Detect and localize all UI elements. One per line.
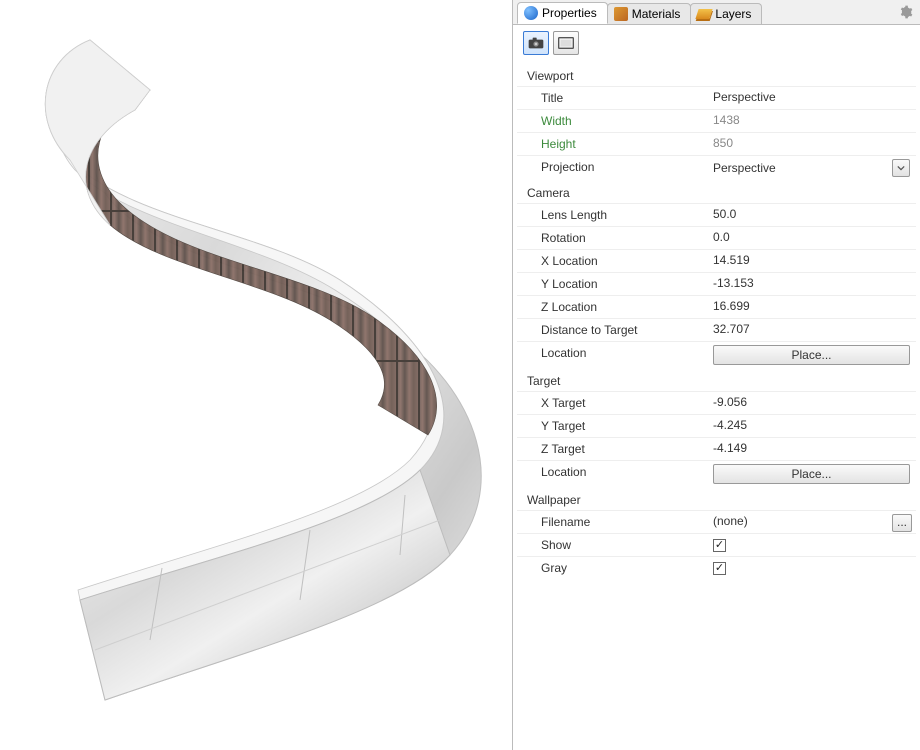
tab-label: Properties	[542, 6, 597, 20]
browse-button[interactable]: ...	[892, 514, 912, 532]
label-filename: Filename	[517, 510, 707, 533]
curved-wall-render	[0, 0, 512, 750]
section-viewport: Viewport	[517, 63, 916, 86]
value-camy[interactable]: -13.153	[707, 272, 916, 295]
tab-label: Layers	[715, 7, 751, 21]
tab-layers[interactable]: Layers	[690, 3, 762, 24]
label-show: Show	[517, 533, 707, 556]
label-tgtz: Z Target	[517, 437, 707, 460]
camera-place-cell: Place...	[707, 341, 916, 368]
label-tgtloc: Location	[517, 460, 707, 487]
gear-icon[interactable]	[898, 4, 914, 20]
panel-tabs: Properties Materials Layers	[513, 0, 920, 25]
label-projection: Projection	[517, 155, 707, 180]
label-lens: Lens Length	[517, 203, 707, 226]
paint-tube-icon	[614, 7, 628, 21]
label-width: Width	[517, 109, 707, 132]
value-camx[interactable]: 14.519	[707, 249, 916, 272]
value-camz[interactable]: 16.699	[707, 295, 916, 318]
section-camera: Camera	[517, 180, 916, 203]
label-camy: Y Location	[517, 272, 707, 295]
gray-checkbox[interactable]	[713, 562, 726, 575]
value-tgtz[interactable]: -4.149	[707, 437, 916, 460]
label-gray: Gray	[517, 556, 707, 579]
value-filename[interactable]: (none) ...	[707, 510, 916, 533]
show-checkbox[interactable]	[713, 539, 726, 552]
projection-text: Perspective	[713, 161, 888, 175]
panel-body: Viewport Title Perspective Width 1438 He…	[513, 25, 920, 750]
label-camz: Z Location	[517, 295, 707, 318]
label-tgtx: X Target	[517, 391, 707, 414]
value-width: 1438	[707, 109, 916, 132]
camera-mode-button[interactable]	[523, 31, 549, 55]
mode-icons	[517, 31, 916, 55]
camera-place-button[interactable]: Place...	[713, 345, 910, 365]
label-dist: Distance to Target	[517, 318, 707, 341]
chevron-down-icon[interactable]	[892, 159, 910, 177]
value-projection[interactable]: Perspective	[707, 155, 916, 180]
value-tgty[interactable]: -4.245	[707, 414, 916, 437]
value-dist[interactable]: 32.707	[707, 318, 916, 341]
label-title: Title	[517, 86, 707, 109]
value-rotation[interactable]: 0.0	[707, 226, 916, 249]
tab-label: Materials	[632, 7, 681, 21]
screen-icon	[558, 37, 574, 49]
section-target: Target	[517, 368, 916, 391]
target-place-cell: Place...	[707, 460, 916, 487]
tab-properties[interactable]: Properties	[517, 2, 608, 24]
properties-panel: Properties Materials Layers Viewport	[512, 0, 920, 750]
section-wallpaper: Wallpaper	[517, 487, 916, 510]
value-lens[interactable]: 50.0	[707, 203, 916, 226]
label-camx: X Location	[517, 249, 707, 272]
tab-materials[interactable]: Materials	[607, 3, 692, 24]
filename-text: (none)	[713, 514, 748, 528]
3d-viewport[interactable]	[0, 0, 512, 750]
globe-icon	[524, 6, 538, 20]
label-tgty: Y Target	[517, 414, 707, 437]
layers-icon	[696, 9, 713, 19]
value-title[interactable]: Perspective	[707, 86, 916, 109]
value-tgtx[interactable]: -9.056	[707, 391, 916, 414]
value-show	[707, 533, 916, 556]
value-gray	[707, 556, 916, 579]
value-height: 850	[707, 132, 916, 155]
camera-icon	[528, 37, 544, 49]
label-rotation: Rotation	[517, 226, 707, 249]
label-camloc: Location	[517, 341, 707, 368]
label-height: Height	[517, 132, 707, 155]
screen-mode-button[interactable]	[553, 31, 579, 55]
target-place-button[interactable]: Place...	[713, 464, 910, 484]
